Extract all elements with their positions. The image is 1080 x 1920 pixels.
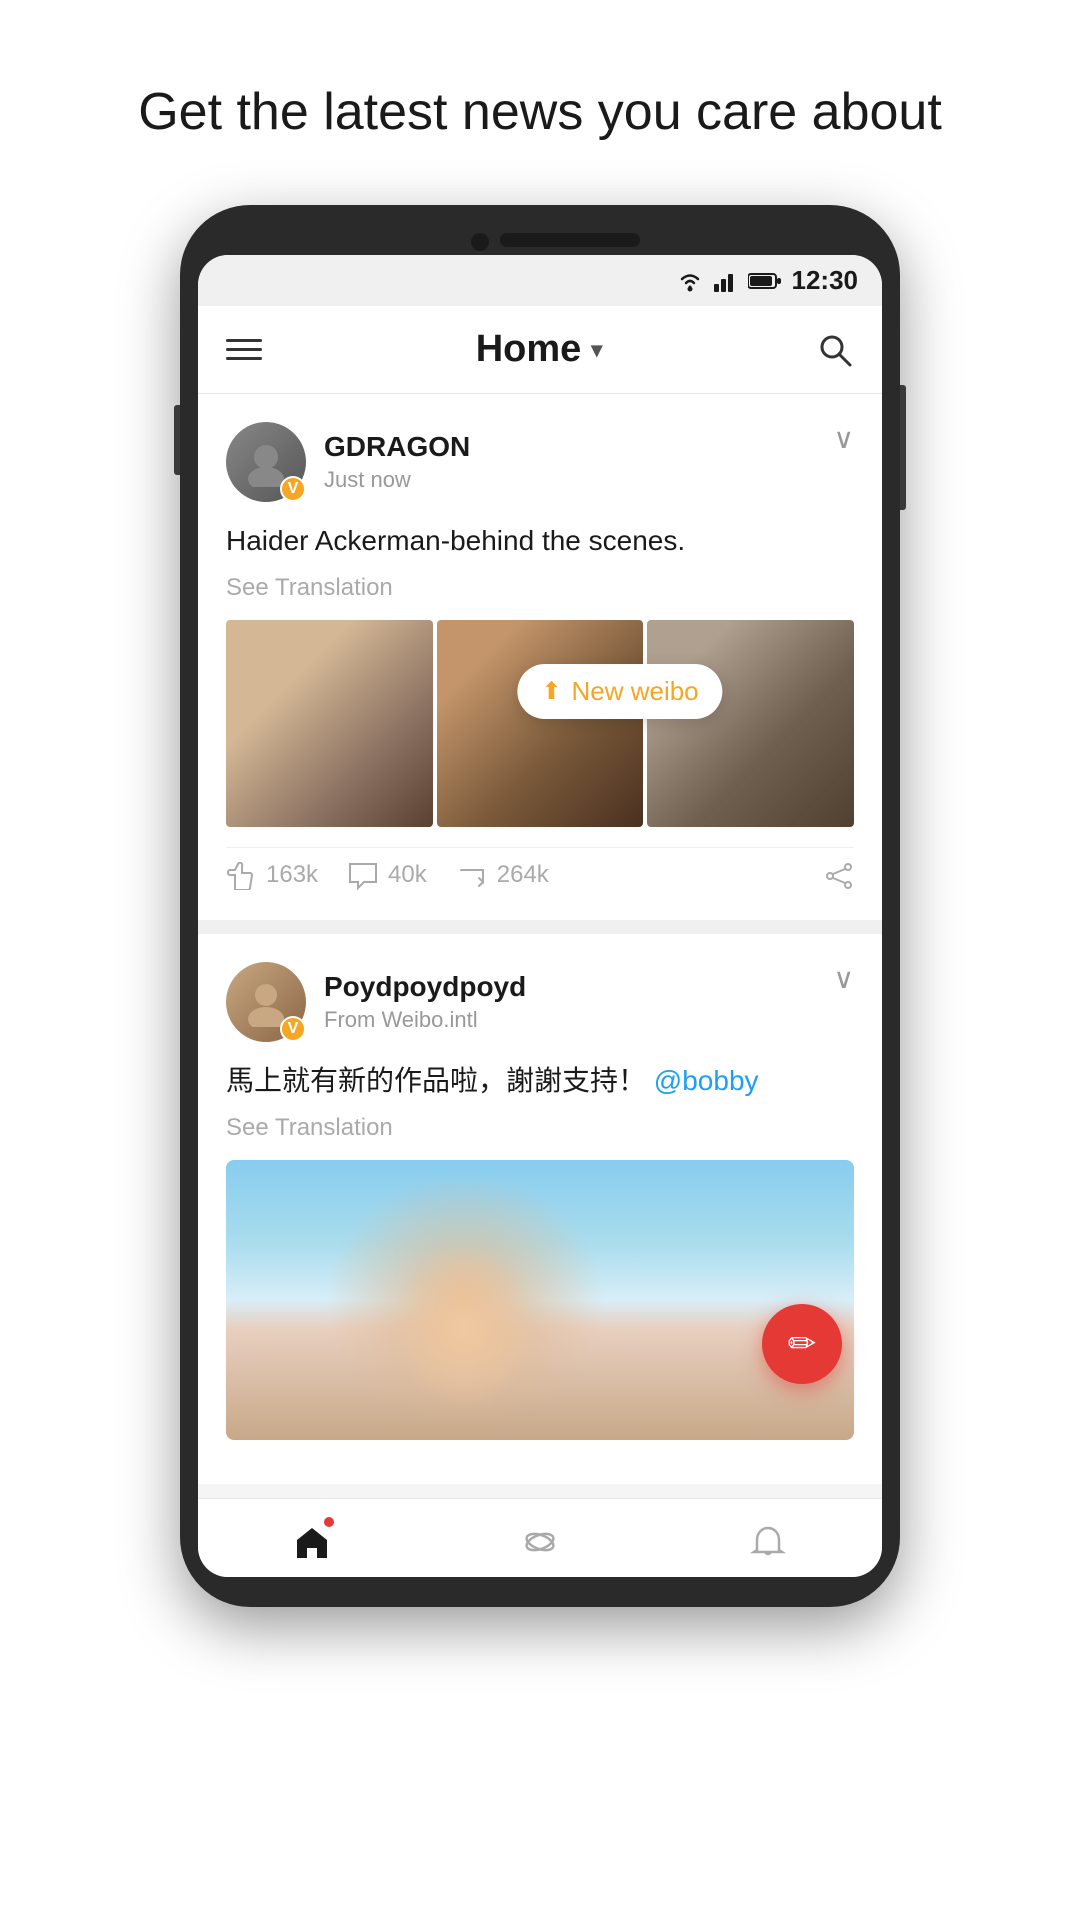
thumbup-svg xyxy=(226,862,256,890)
user-meta-gdragon: GDRAGON Just now xyxy=(324,431,470,493)
like-count-1: 163k xyxy=(266,861,318,889)
nav-home[interactable] xyxy=(294,1519,330,1561)
nav-home-dot xyxy=(324,1517,334,1527)
menu-line-3 xyxy=(226,357,262,360)
left-button[interactable] xyxy=(174,405,180,475)
new-weibo-arrow-icon: ⬆ xyxy=(541,677,561,706)
phone-speaker xyxy=(500,233,640,247)
home-icon xyxy=(294,1519,330,1561)
phone-screen: 12:30 Home ▾ xyxy=(198,255,882,1577)
bottom-nav xyxy=(198,1498,882,1577)
app-header: Home ▾ xyxy=(198,306,882,394)
bell-svg xyxy=(750,1524,786,1560)
comment-count-1: 40k xyxy=(388,861,427,889)
nav-notifications[interactable] xyxy=(750,1519,786,1561)
menu-button[interactable] xyxy=(226,339,262,360)
post-image-1-1[interactable] xyxy=(226,620,433,827)
repost-button-1[interactable]: 264k xyxy=(457,858,549,892)
see-translation-1[interactable]: See Translation xyxy=(226,574,854,602)
compose-icon: ✏ xyxy=(788,1324,817,1364)
post-card-2: V Poydpoydpoyd From Weibo.intl ∨ 馬上就有新的作… xyxy=(198,934,882,1484)
header-title-text: Home xyxy=(476,328,582,371)
comment-button-1[interactable]: 40k xyxy=(348,858,427,892)
post-card-1: V GDRAGON Just now ∨ Haider Ackerman-beh… xyxy=(198,394,882,920)
explore-svg xyxy=(522,1524,558,1560)
post-content-2: 馬上就有新的作品啦，謝謝支持！ @bobby See Translation xyxy=(226,1060,854,1440)
like-icon-1 xyxy=(226,858,256,892)
explore-icon xyxy=(522,1519,558,1561)
search-icon xyxy=(816,331,854,369)
post-text-1: Haider Ackerman-behind the scenes. xyxy=(226,520,854,562)
share-icon-1 xyxy=(824,858,854,892)
comment-icon-1 xyxy=(348,858,378,892)
post-images-1 xyxy=(226,620,854,827)
wifi-icon xyxy=(676,270,704,292)
avatar-gdragon: V xyxy=(226,422,306,502)
share-button-1[interactable] xyxy=(824,858,854,892)
post-text-chinese-2: 馬上就有新的作品啦，謝謝支持！ @bobby xyxy=(226,1060,854,1102)
repost-icon-1 xyxy=(457,858,487,892)
status-icons: 12:30 xyxy=(676,265,859,296)
phone-camera xyxy=(471,233,489,251)
post-time-gdragon: Just now xyxy=(324,467,470,493)
repost-svg xyxy=(457,862,487,890)
post-user-info-2: V Poydpoydpoyd From Weibo.intl xyxy=(226,962,526,1042)
post-image-2[interactable] xyxy=(226,1160,854,1440)
battery-icon xyxy=(748,272,782,290)
menu-line-2 xyxy=(226,348,262,351)
see-translation-2[interactable]: See Translation xyxy=(226,1114,854,1142)
header-title-group: Home ▾ xyxy=(476,328,603,371)
share-svg xyxy=(824,862,854,890)
new-weibo-text: New weibo xyxy=(571,676,698,707)
comment-svg xyxy=(348,862,378,890)
post-header-2: V Poydpoydpoyd From Weibo.intl ∨ xyxy=(226,962,854,1042)
post-image-1-3[interactable] xyxy=(647,620,854,827)
post-time-poyd: From Weibo.intl xyxy=(324,1007,526,1033)
signal-icon xyxy=(714,270,738,292)
power-button[interactable] xyxy=(900,425,906,505)
bell-icon xyxy=(750,1519,786,1561)
menu-line-1 xyxy=(226,339,262,342)
status-time: 12:30 xyxy=(792,265,859,296)
post-mention-2[interactable]: @bobby xyxy=(654,1065,759,1096)
chevron-down-icon-2[interactable]: ∨ xyxy=(834,962,855,995)
status-bar: 12:30 xyxy=(198,255,882,306)
username-poyd: Poydpoydpoyd xyxy=(324,971,526,1003)
action-bar-1: 163k 40k xyxy=(226,847,854,892)
feed: ⬆ New weibo V xyxy=(198,394,882,1484)
dropdown-arrow-icon[interactable]: ▾ xyxy=(591,337,602,363)
new-weibo-badge[interactable]: ⬆ New weibo xyxy=(517,664,722,719)
user-meta-poyd: Poydpoydpoyd From Weibo.intl xyxy=(324,971,526,1033)
post-image-2-bg xyxy=(226,1160,854,1440)
repost-count-1: 264k xyxy=(497,861,549,889)
post-chinese-text: 馬上就有新的作品啦，謝謝支持！ xyxy=(226,1065,646,1096)
post-image-1-2[interactable] xyxy=(437,620,644,827)
avatar-poyd: V xyxy=(226,962,306,1042)
post-header-1: V GDRAGON Just now ∨ xyxy=(226,422,854,502)
verified-badge-gdragon: V xyxy=(280,476,306,502)
post-user-info-1: V GDRAGON Just now xyxy=(226,422,470,502)
like-button-1[interactable]: 163k xyxy=(226,858,318,892)
page-headline: Get the latest news you care about xyxy=(0,0,1080,205)
verified-badge-poyd: V xyxy=(280,1016,306,1042)
nav-explore[interactable] xyxy=(522,1519,558,1561)
username-gdragon: GDRAGON xyxy=(324,431,470,463)
phone-frame: 12:30 Home ▾ xyxy=(180,205,900,1607)
compose-fab[interactable]: ✏ xyxy=(762,1304,842,1384)
chevron-down-icon-1[interactable]: ∨ xyxy=(834,422,855,455)
home-svg xyxy=(294,1524,330,1560)
search-button[interactable] xyxy=(816,331,854,369)
